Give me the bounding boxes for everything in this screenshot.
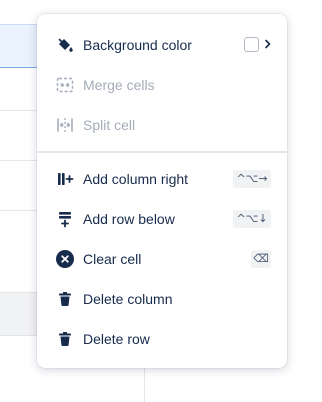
color-swatch bbox=[244, 37, 259, 52]
header-row-cell bbox=[0, 292, 40, 336]
split-cell-icon bbox=[55, 115, 75, 135]
menu-item-background-color[interactable]: Background color bbox=[37, 25, 287, 65]
menu-item-label: Delete row bbox=[83, 331, 150, 347]
chevron-right-icon bbox=[263, 36, 273, 52]
row-divider bbox=[0, 160, 40, 161]
menu-item-label: Delete column bbox=[83, 291, 173, 307]
menu-item-label: Background color bbox=[83, 37, 192, 53]
add-column-right-icon bbox=[55, 169, 75, 189]
trash-icon bbox=[55, 289, 75, 309]
menu-item-label: Clear cell bbox=[83, 251, 142, 267]
shortcut-badge: ^⌥↓ bbox=[233, 210, 271, 228]
menu-item-delete-column[interactable]: Delete column bbox=[37, 279, 287, 319]
menu-separator bbox=[37, 151, 287, 153]
shortcut-badge: ⌫ bbox=[251, 250, 271, 268]
paint-bucket-icon bbox=[55, 35, 75, 55]
add-row-below-icon bbox=[55, 209, 75, 229]
menu-item-label: Split cell bbox=[83, 117, 136, 133]
menu-item-add-row-below[interactable]: Add row below ^⌥↓ bbox=[37, 199, 287, 239]
menu-item-label: Merge cells bbox=[83, 77, 155, 93]
shortcut-badge: ^⌥→ bbox=[233, 170, 271, 188]
menu-item-label: Add row below bbox=[83, 211, 175, 227]
menu-item-merge-cells[interactable]: Merge cells bbox=[37, 65, 287, 105]
merge-cells-icon bbox=[55, 75, 75, 95]
clear-cell-icon bbox=[55, 249, 75, 269]
menu-item-delete-row[interactable]: Delete row bbox=[37, 319, 287, 359]
row-divider bbox=[0, 110, 40, 111]
column-divider bbox=[144, 368, 145, 402]
menu-item-label: Add column right bbox=[83, 171, 189, 187]
row-divider bbox=[0, 210, 40, 211]
menu-item-add-column-right[interactable]: Add column right ^⌥→ bbox=[37, 159, 287, 199]
selected-cell[interactable] bbox=[0, 24, 40, 68]
menu-item-clear-cell[interactable]: Clear cell ⌫ bbox=[37, 239, 287, 279]
table-context-menu: Background color Merge cells Split cell bbox=[37, 14, 287, 368]
trash-icon bbox=[55, 329, 75, 349]
menu-item-split-cell[interactable]: Split cell bbox=[37, 105, 287, 145]
